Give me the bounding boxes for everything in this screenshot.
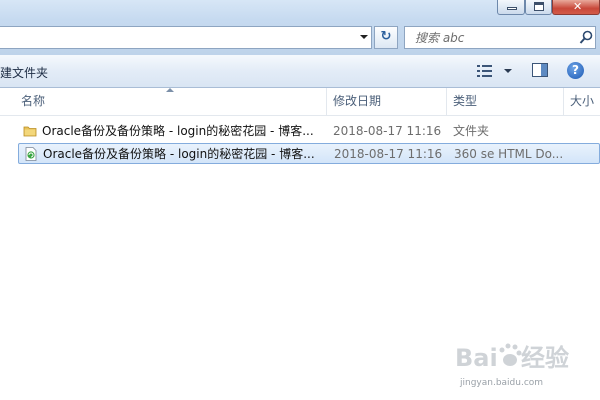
column-type[interactable]: 类型 (446, 88, 563, 115)
watermark-site: jingyan.baidu.com (460, 378, 544, 388)
chevron-down-icon (360, 35, 368, 39)
command-toolbar: 建文件夹 ? (0, 55, 600, 88)
column-date-modified[interactable]: 修改日期 (326, 88, 446, 115)
minimize-icon (507, 7, 517, 10)
help-icon: ? (572, 63, 579, 77)
file-name: Oracle备份及备份策略 - login的秘密花园 - 博客... (42, 124, 314, 138)
file-row-selected[interactable]: Oracle备份及备份策略 - login的秘密花园 - 博客... 2018-… (18, 143, 600, 164)
close-button[interactable]: ✕ (552, 0, 600, 15)
column-header: 名称 修改日期 类型 大小 (0, 88, 600, 116)
view-options-icon (477, 65, 492, 77)
address-history-dropdown[interactable] (356, 26, 372, 49)
maximize-icon (534, 2, 544, 11)
search-input[interactable] (415, 30, 570, 45)
address-bar[interactable] (0, 26, 372, 49)
column-size[interactable]: 大小 (563, 88, 600, 115)
file-name: Oracle备份及备份策略 - login的秘密花园 - 博客... (43, 147, 315, 161)
refresh-button[interactable]: ↻ (374, 26, 398, 49)
file-type: 文件夹 (453, 124, 490, 138)
html-document-icon (25, 147, 37, 161)
search-box[interactable] (404, 26, 596, 49)
help-button[interactable]: ? (567, 62, 584, 79)
navigation-bar: ↻ (0, 20, 600, 55)
new-folder-button[interactable]: 建文件夹 (0, 64, 48, 81)
search-icon[interactable] (579, 30, 593, 45)
folder-icon (23, 126, 37, 137)
column-name[interactable]: 名称 (15, 88, 326, 115)
chevron-down-icon (504, 69, 512, 73)
refresh-icon: ↻ (380, 29, 392, 44)
file-date: 2018-08-17 11:16 (333, 124, 442, 138)
file-type: 360 se HTML Do... (454, 147, 564, 161)
close-icon: ✕ (573, 0, 583, 13)
file-row[interactable]: Oracle备份及备份策略 - login的秘密花园 - 博客... 2018-… (18, 121, 600, 142)
minimize-button[interactable] (497, 0, 525, 15)
svg-text:Bai: Bai (455, 344, 498, 372)
title-bar: ✕ (0, 0, 600, 20)
svg-text:经验: 经验 (521, 344, 569, 372)
preview-pane-icon[interactable] (532, 63, 548, 77)
file-date: 2018-08-17 11:16 (334, 147, 443, 161)
maximize-button[interactable] (525, 0, 552, 15)
change-view-button[interactable] (476, 62, 516, 80)
